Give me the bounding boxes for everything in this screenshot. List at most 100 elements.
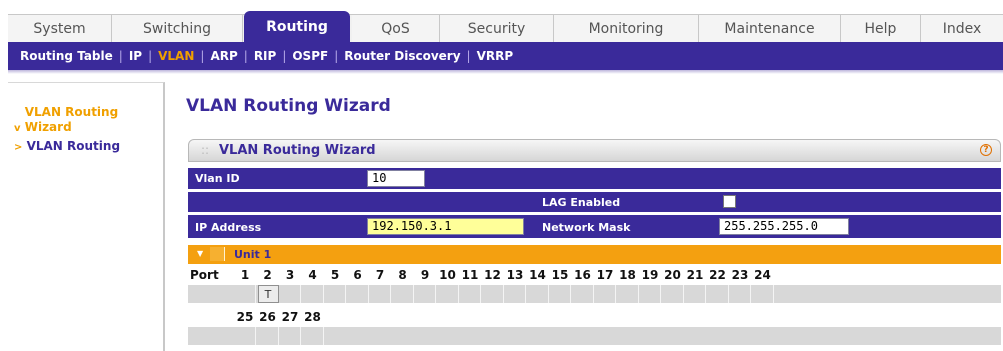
lag-enabled-checkbox[interactable] [723,195,736,208]
lag-enabled-label: LAG Enabled [542,196,621,209]
port-cell-9[interactable] [415,285,436,303]
tab-qos[interactable]: QoS [352,15,440,43]
port-cell-19[interactable] [640,285,661,303]
left-nav-label: VLAN Routing Wizard [24,105,119,134]
port-number-22: 22 [709,268,726,282]
tab-help[interactable]: Help [841,15,921,43]
sub-navigation-bar: Routing Table | IP | VLAN | ARP | RIP | … [8,42,1003,70]
port-number-1: 1 [240,268,250,282]
tab-routing[interactable]: Routing [244,11,350,43]
page-title: VLAN Routing Wizard [186,96,391,116]
unit-label: Unit 1 [234,248,272,261]
triangle-down-icon[interactable]: ▼ [197,249,203,258]
port-cell-5[interactable] [325,285,346,303]
port-number-21: 21 [686,268,704,282]
left-nav-vlan-routing-wizard[interactable]: v VLAN Routing Wizard [14,105,145,136]
port-cell-18[interactable] [617,285,639,303]
tab-switching[interactable]: Switching [112,15,243,43]
network-mask-input[interactable]: 255.255.255.0 [719,218,849,235]
chevron-down-icon: v [14,123,21,134]
port-number-11: 11 [461,268,479,282]
port-number-7: 7 [375,268,385,282]
port-cell-23[interactable] [730,285,751,303]
help-icon[interactable]: ? [980,144,992,156]
port-cell-8[interactable] [392,285,414,303]
subnav-vrrp[interactable]: VRRP [471,49,520,63]
port-number-13: 13 [506,268,524,282]
port-cell-2[interactable]: T [257,285,279,303]
port-cell-3[interactable] [280,285,301,303]
port-cell-24[interactable] [752,285,774,303]
lag-enabled-row: LAG Enabled [188,192,1001,212]
tab-monitoring[interactable]: Monitoring [554,15,699,43]
port-number-17: 17 [596,268,614,282]
port-cell-11[interactable] [460,285,481,303]
subnav-shadow [8,70,1003,74]
port-number-9: 9 [420,268,430,282]
port-cell-10[interactable] [437,285,459,303]
subnav-ospf[interactable]: OSPF [286,49,334,63]
port-number-24: 24 [754,268,771,282]
vlan-id-label: Vlan ID [195,172,240,185]
port-cell-15[interactable] [550,285,571,303]
port-cell-6[interactable] [347,285,369,303]
port-number-25: 25 [236,310,254,324]
port-number-4: 4 [308,268,317,282]
port-number-28: 28 [304,310,321,324]
port-cell-25[interactable] [235,327,256,345]
port-cell-16[interactable] [572,285,594,303]
port-cell-20[interactable] [662,285,684,303]
port-number-19: 19 [641,268,659,282]
subnav-ip[interactable]: IP [123,49,148,63]
ip-address-input[interactable]: 192.150.3.1 [367,218,524,235]
chevron-right-icon: > [14,142,23,153]
port-cell-13[interactable] [505,285,526,303]
vlan-id-input[interactable]: 10 [367,170,425,187]
left-nav-vlan-routing[interactable]: > VLAN Routing [14,139,120,155]
port-number-18: 18 [619,268,636,282]
port-cell-27[interactable] [280,327,301,345]
subnav-routing-table[interactable]: Routing Table [8,49,119,63]
port-number-2: 2 [263,268,272,282]
port-number-23: 23 [731,268,749,282]
unit-row[interactable]: ▼ Unit 1 [188,245,1001,264]
port-cell-4[interactable] [302,285,324,303]
top-tab-bar: System Switching Routing QoS Security Mo… [8,11,1003,43]
port-number-16: 16 [574,268,591,282]
port-cell-17[interactable] [595,285,616,303]
panel-title: VLAN Routing Wizard [219,143,376,158]
tab-security[interactable]: Security [440,15,554,43]
subnav-arp[interactable]: ARP [204,49,243,63]
left-navigation: v VLAN Routing Wizard > VLAN Routing [8,82,165,351]
ip-address-row: IP Address 192.150.3.1 Network Mask 255.… [188,215,1001,238]
port-number-5: 5 [330,268,340,282]
tab-maintenance[interactable]: Maintenance [699,15,841,43]
port-cell-26[interactable] [257,327,279,345]
port-cell-1[interactable] [235,285,256,303]
port-cell-12[interactable] [482,285,504,303]
port-number-12: 12 [484,268,501,282]
left-nav-label: VLAN Routing [26,139,121,153]
ip-address-label: IP Address [195,221,262,234]
port-number-10: 10 [439,268,456,282]
tab-system[interactable]: System [8,15,112,43]
subnav-router-discovery[interactable]: Router Discovery [338,49,466,63]
panel-header: :: VLAN Routing Wizard ? [188,139,1001,162]
port-cell-28[interactable] [302,327,324,345]
port-cell-21[interactable] [685,285,706,303]
network-mask-label: Network Mask [542,221,631,234]
port-number-20: 20 [664,268,681,282]
unit-select-box[interactable] [210,247,225,261]
port-cell-14[interactable] [527,285,549,303]
port-number-3: 3 [285,268,295,282]
port-number-26: 26 [259,310,276,324]
subnav-rip[interactable]: RIP [248,49,283,63]
port-cell-22[interactable] [707,285,729,303]
port-number-8: 8 [398,268,407,282]
port-label: Port [190,268,219,282]
grip-icon: :: [201,143,210,157]
port-cell-7[interactable] [370,285,391,303]
tab-index[interactable]: Index [921,15,1003,43]
vlan-id-row: Vlan ID 10 [188,168,1001,189]
subnav-vlan[interactable]: VLAN [152,49,200,63]
